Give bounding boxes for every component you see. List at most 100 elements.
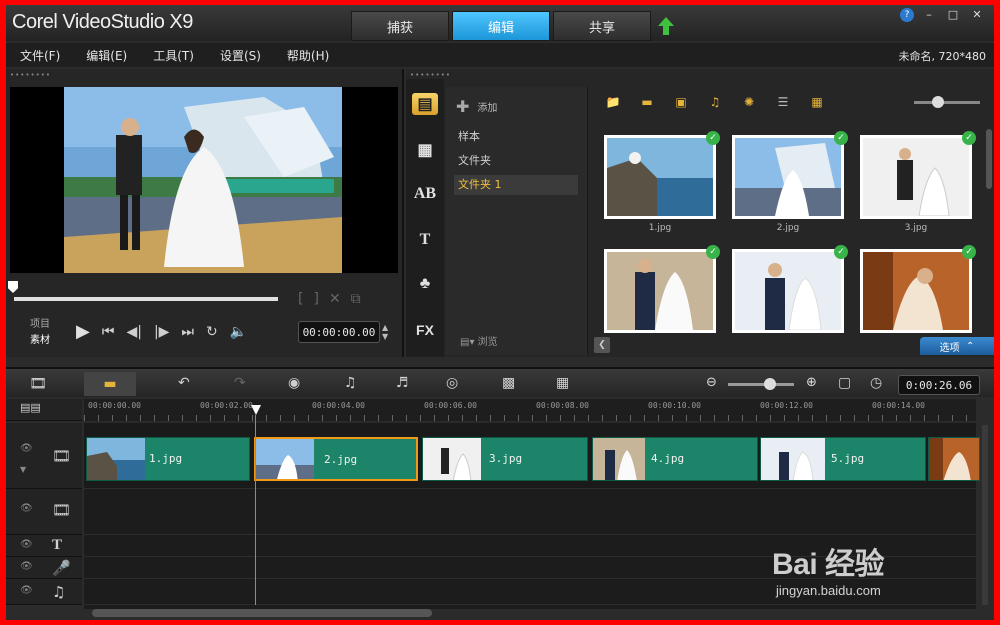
subtitle-editor-icon[interactable]: ▩ [502,375,515,391]
show-effects-icon[interactable]: ✺ [738,93,760,111]
redo-icon[interactable]: ↷ [234,375,246,391]
close-icon[interactable]: ✕ [968,8,986,22]
multi-camera-icon[interactable]: ▦ [556,375,569,391]
thumbnail[interactable]: ✓ [732,131,848,219]
folder-item[interactable]: 文件夹 [454,151,578,171]
tab-capture[interactable]: 捕获 [351,11,449,41]
undo-icon[interactable]: ↶ [178,375,190,391]
video-track-icon: 🎞 [52,447,72,465]
scrub-bar[interactable] [14,297,278,301]
storyboard-view-icon[interactable]: 🎞 [12,372,64,396]
folder-icon[interactable]: 📁 [602,93,624,111]
track-visibility-icon[interactable]: 👁 [20,561,33,572]
drag-handle[interactable]: •••••••• [410,71,451,79]
check-icon: ✓ [962,245,976,259]
menu-edit[interactable]: 编辑(E) [86,47,127,64]
timeline-vertical-scrollbar[interactable] [982,425,988,605]
timeline-clip-selected[interactable]: 2.jpg [254,437,418,481]
library-scrollbar[interactable] [986,129,992,189]
scrub-handle[interactable] [8,281,18,293]
record-capture-icon[interactable]: ◉ [288,375,300,391]
thumbnail[interactable]: ✓ [732,245,848,333]
volume-icon[interactable]: 🔈 [230,324,247,340]
folder-item-active[interactable]: 文件夹 1 [454,175,578,195]
preview-window[interactable] [10,87,398,273]
mark-out-icon[interactable]: ] [313,291,318,307]
show-all-tracks-icon[interactable]: ▤▤ [20,401,41,414]
split-icon[interactable]: ✕ [329,291,341,307]
track-visibility-icon[interactable]: 👁 [20,503,33,514]
project-mode-label[interactable]: 项目 [30,317,50,333]
next-frame-icon[interactable]: |▶ [154,324,169,340]
browse-button[interactable]: ▤▾ 浏览 [460,333,498,348]
voice-track-head: 👁 🎤 [6,557,82,579]
timeline-clip[interactable] [928,437,980,481]
clock-icon: ◷ [870,375,883,391]
drag-handle[interactable]: •••••••• [10,71,51,79]
sound-mixer-icon[interactable]: ♫ [344,375,357,391]
player-timecode[interactable]: 00:00:00.00 [298,321,380,343]
thumbnail-view-icon[interactable]: ▦ [806,93,828,111]
list-view-icon[interactable]: ☰ [772,93,794,111]
motion-tracking-icon[interactable]: ◎ [446,375,458,391]
maximize-icon[interactable]: □ [944,8,962,22]
track-visibility-icon[interactable]: 👁 [20,585,33,596]
music-track-head: 👁 ♫ [6,579,82,605]
timeline-view-icon[interactable]: ▬ [84,372,136,396]
home-icon[interactable]: ⏮ [102,324,115,340]
thumbnail[interactable]: ✓ [604,131,720,219]
track-visibility-icon[interactable]: 👁 [20,539,33,550]
timeline-clip[interactable]: 4.jpg [592,437,758,481]
menu-help[interactable]: 帮助(H) [287,47,329,64]
clip-mode-label[interactable]: 素材 [30,333,50,349]
upload-icon[interactable] [658,17,674,35]
show-audio-icon[interactable]: ♫ [704,93,726,111]
play-icon[interactable]: ▶ [76,321,90,342]
ripple-edit-icon[interactable]: ▼ [20,465,26,474]
zoom-out-icon[interactable]: ⊖ [706,375,717,390]
show-video-icon[interactable]: ▬ [636,93,658,111]
add-folder-button[interactable]: ✚ 添加 [456,97,497,116]
timeline-clip[interactable]: 1.jpg [86,437,250,481]
prev-frame-icon[interactable]: ◀| [126,324,141,340]
timeline-clip[interactable]: 3.jpg [422,437,588,481]
minimize-icon[interactable]: – [920,8,938,22]
filter-icon[interactable]: FX [412,319,438,341]
thumbnail-size-knob[interactable] [932,96,944,108]
media-icon[interactable]: ▤ [412,93,438,115]
graphic-icon[interactable]: ♣ [412,273,438,295]
library-categories: ▤ ▦ AB T ♣ FX [406,79,444,357]
tab-share[interactable]: 共享 [553,11,651,41]
menu-settings[interactable]: 设置(S) [220,47,261,64]
auto-music-icon[interactable]: ♬ [396,375,409,391]
menu-file[interactable]: 文件(F) [20,47,60,64]
instant-project-icon[interactable]: ▦ [412,139,438,161]
tab-edit[interactable]: 编辑 [452,11,550,41]
zoom-in-icon[interactable]: ⊕ [806,375,817,390]
help-icon[interactable]: ? [900,8,914,22]
mark-in-icon[interactable]: [ [298,291,303,307]
thumbnail[interactable]: ✓ [860,245,976,333]
folder-item[interactable]: 样本 [454,127,578,147]
zoom-knob[interactable] [764,378,776,390]
track-visibility-icon[interactable]: 👁 [20,443,33,454]
title-icon[interactable]: T [412,229,438,251]
options-button[interactable]: 选项 ⌃ [920,337,994,355]
zoom-slider[interactable] [728,383,794,386]
collapse-left-icon[interactable]: ❮ [594,337,610,353]
transition-icon[interactable]: AB [412,183,438,205]
timeline-ruler[interactable]: 00:00:00.00 00:00:02.00 00:00:04.00 00:0… [84,399,976,421]
timeline-clip[interactable]: 5.jpg [760,437,926,481]
show-photo-icon[interactable]: ▣ [670,93,692,111]
timeline-horizontal-scrollbar[interactable] [92,609,432,617]
video-track[interactable]: 1.jpg 2.jpg 3.jpg 4.jpg 5.jpg [84,423,980,489]
menu-tools[interactable]: 工具(T) [153,47,194,64]
thumbnail-size-slider[interactable] [914,101,980,104]
repeat-icon[interactable]: ↻ [206,324,218,340]
enlarge-icon[interactable]: ⧉ [351,291,361,307]
fit-project-icon[interactable]: ▢ [838,375,851,391]
timecode-spinner[interactable]: ▲ ▼ [382,323,388,341]
thumbnail[interactable]: ✓ [604,245,720,333]
thumbnail[interactable]: ✓ [860,131,976,219]
end-icon[interactable]: ⏭ [181,324,194,340]
